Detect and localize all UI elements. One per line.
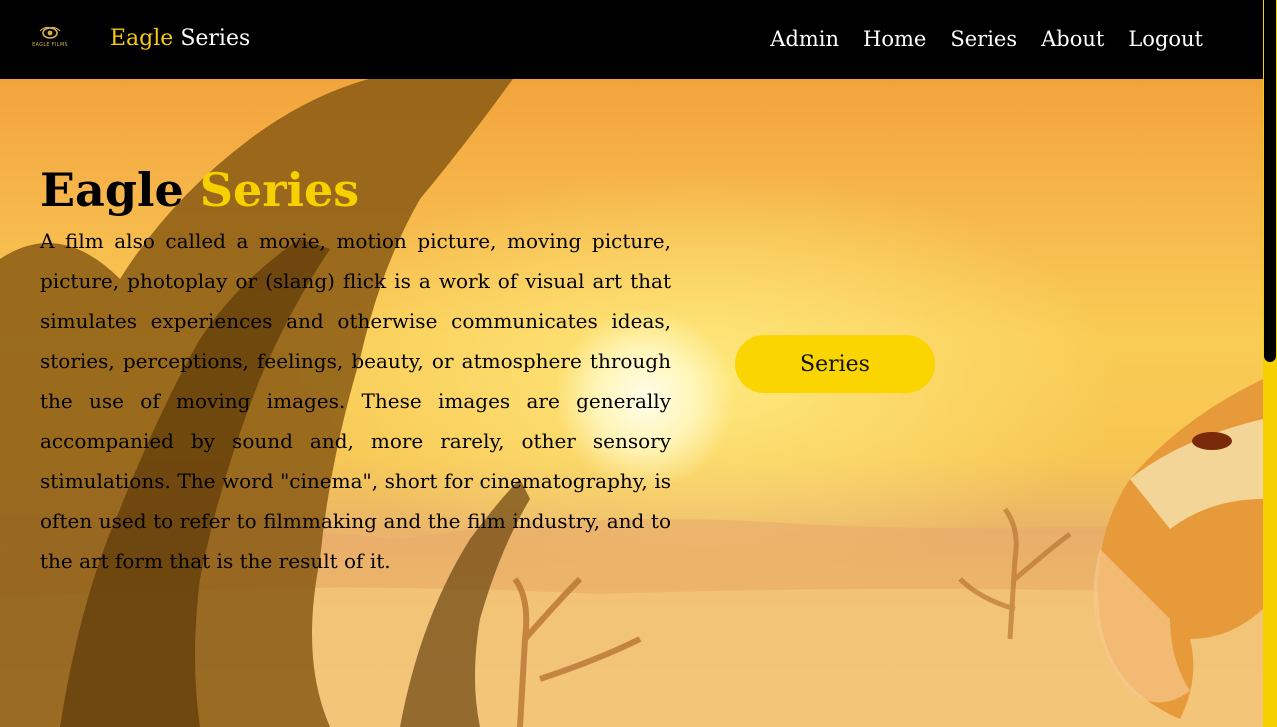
page-scrollbar[interactable]: [1263, 0, 1277, 727]
logo-text: EAGLE FILMS: [32, 42, 68, 48]
nav-link-home[interactable]: Home: [863, 24, 926, 54]
brand-title[interactable]: Eagle Series: [110, 24, 250, 54]
eagle-films-logo[interactable]: EAGLE FILMS: [25, 25, 75, 53]
hero-title-main: Eagle: [40, 163, 184, 217]
nav-link-admin[interactable]: Admin: [770, 24, 839, 54]
eagle-logo-icon: [39, 26, 61, 39]
brand-accent: Eagle: [110, 26, 174, 51]
nav-link-series[interactable]: Series: [950, 24, 1017, 54]
brand-rest: Series: [180, 26, 251, 51]
navbar: EAGLE FILMS Eagle Series Admin Home Seri…: [0, 0, 1263, 79]
hero-title: Eagle Series: [40, 159, 671, 221]
nav-links: Admin Home Series About Logout: [770, 24, 1203, 54]
hero-description: A film also called a movie, motion pictu…: [40, 229, 671, 573]
nav-link-logout[interactable]: Logout: [1128, 24, 1203, 54]
hero-content: Eagle Series A film also called a movie,…: [40, 159, 671, 581]
scrollbar-thumb[interactable]: [1264, 0, 1276, 362]
hero-section: Eagle Series A film also called a movie,…: [0, 79, 1263, 727]
nav-link-about[interactable]: About: [1041, 24, 1104, 54]
hero-title-accent: Series: [199, 163, 360, 217]
series-button[interactable]: Series: [735, 335, 935, 393]
